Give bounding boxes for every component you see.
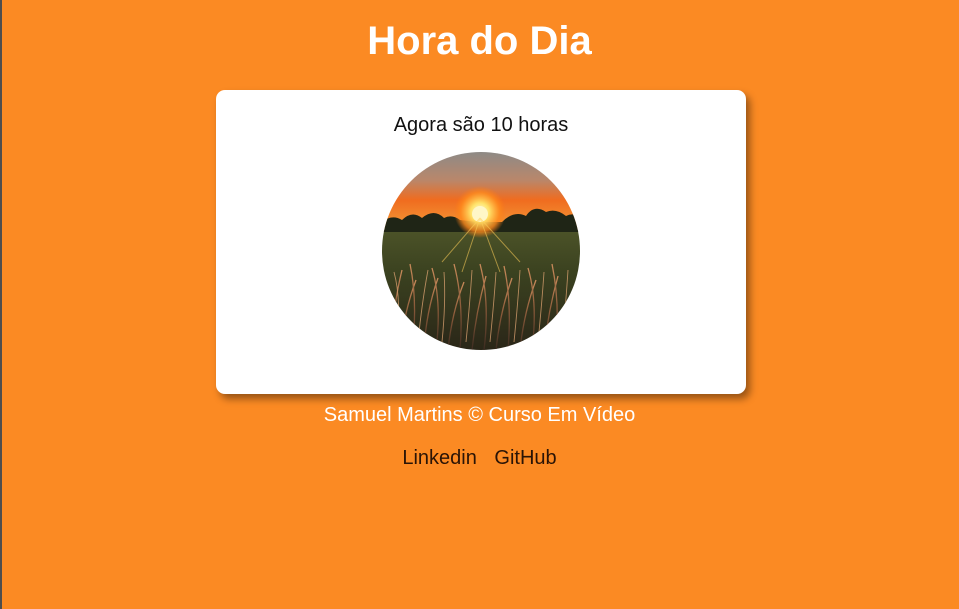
footer-credit: Samuel Martins © Curso Em Vídeo [323, 404, 636, 426]
time-card: Agora são 10 horas [216, 90, 746, 394]
page-title: Hora do Dia [367, 19, 592, 63]
time-message: Agora são 10 horas [393, 114, 569, 136]
linkedin-link[interactable]: Linkedin [402, 447, 477, 469]
footer-links: Linkedin GitHub [0, 446, 959, 470]
github-link[interactable]: GitHub [494, 447, 556, 469]
sunrise-field-photo [382, 152, 580, 350]
window-left-edge [0, 0, 2, 609]
